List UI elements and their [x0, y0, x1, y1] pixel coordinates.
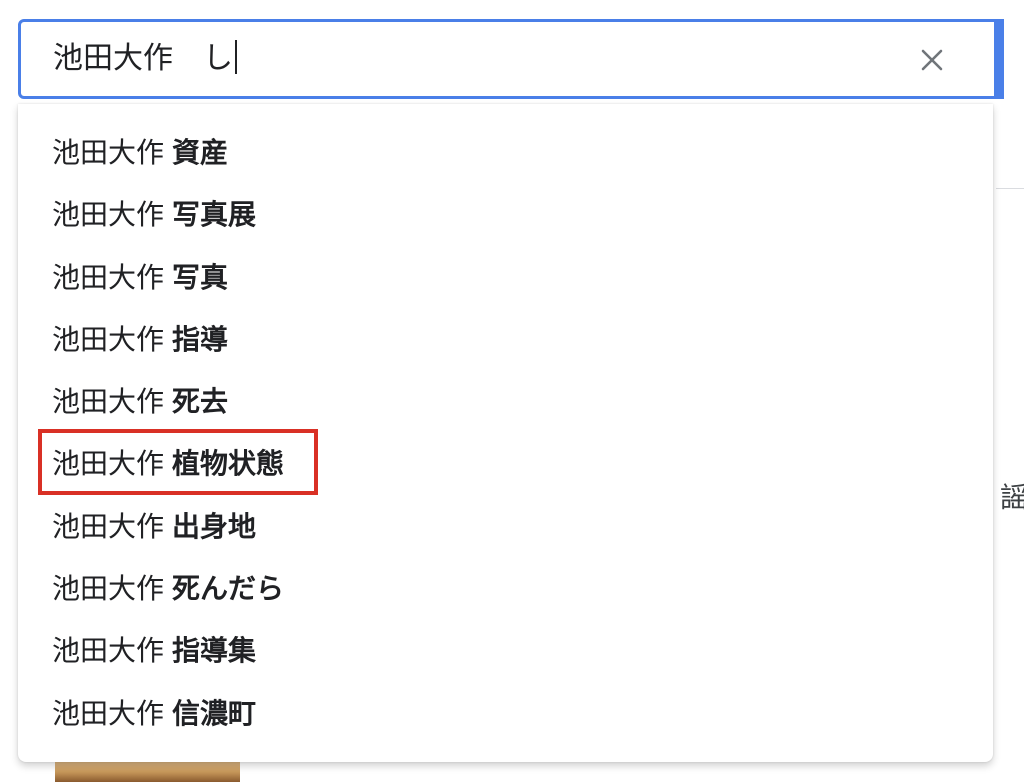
search-input-text: 池田大作 し: [53, 41, 233, 76]
suggestion-prefix: 池田大作: [52, 696, 165, 730]
suggestion-completion: 信濃町: [172, 696, 257, 730]
suggestion-prefix: 池田大作: [52, 572, 165, 606]
search-box[interactable]: 池田大作 し: [18, 19, 1004, 99]
suggestion-completion: 写真展: [172, 198, 257, 232]
clear-button[interactable]: [912, 40, 952, 80]
suggestion-item[interactable]: 池田大作 信濃町: [18, 683, 993, 745]
background-partial-text: 謡: [1000, 481, 1024, 514]
suggestion-completion: 死んだら: [172, 572, 285, 606]
suggestion-completion: 植物状態: [172, 447, 285, 481]
suggestion-prefix: 池田大作: [52, 136, 165, 169]
text-caret: [235, 39, 237, 74]
suggestion-item[interactable]: 池田大作 写真: [18, 247, 993, 309]
suggestion-item-highlighted[interactable]: 池田大作 植物状態: [18, 433, 993, 495]
suggestion-completion: 写真: [172, 260, 229, 294]
suggestion-prefix: 池田大作: [52, 447, 165, 481]
suggestion-completion: 指導: [172, 322, 229, 356]
suggestion-completion: 指導集: [172, 634, 257, 668]
suggestion-prefix: 池田大作: [52, 634, 165, 668]
suggestion-list: 池田大作 資産 池田大作 写真展 池田大作 写真 池田大作 指導 池田大作 死去 池田大作…: [18, 122, 993, 745]
autocomplete-dropdown: 池田大作 資産 池田大作 写真展 池田大作 写真 池田大作 指導 池田大作 死去 池田大作…: [18, 104, 993, 762]
suggestion-completion: 資産: [172, 136, 229, 169]
suggestion-item[interactable]: 池田大作 指導: [18, 309, 993, 371]
suggestion-prefix: 池田大作: [52, 322, 165, 356]
suggestion-completion: 死去: [172, 385, 229, 419]
search-input[interactable]: 池田大作 し: [53, 22, 893, 96]
suggestion-item[interactable]: 池田大作 指導集: [18, 620, 993, 682]
search-page: 謡 池田大作 し 池田大作 資産 池田大作 写真展 池田大作 写真 池田大作 指導 池田…: [0, 0, 1024, 782]
suggestion-prefix: 池田大作: [52, 385, 165, 419]
suggestion-item[interactable]: 池田大作 死去: [18, 371, 993, 433]
suggestion-prefix: 池田大作: [52, 260, 165, 294]
suggestion-item[interactable]: 池田大作 出身地: [18, 496, 993, 558]
suggestion-prefix: 池田大作: [52, 509, 165, 543]
close-icon: [921, 49, 943, 71]
background-divider: [996, 188, 1024, 189]
suggestion-item[interactable]: 池田大作 写真展: [18, 184, 993, 246]
suggestion-completion: 出身地: [172, 509, 257, 543]
suggestion-item[interactable]: 池田大作 資産: [18, 122, 993, 184]
suggestion-prefix: 池田大作: [52, 198, 165, 232]
suggestion-item[interactable]: 池田大作 死んだら: [18, 558, 993, 620]
